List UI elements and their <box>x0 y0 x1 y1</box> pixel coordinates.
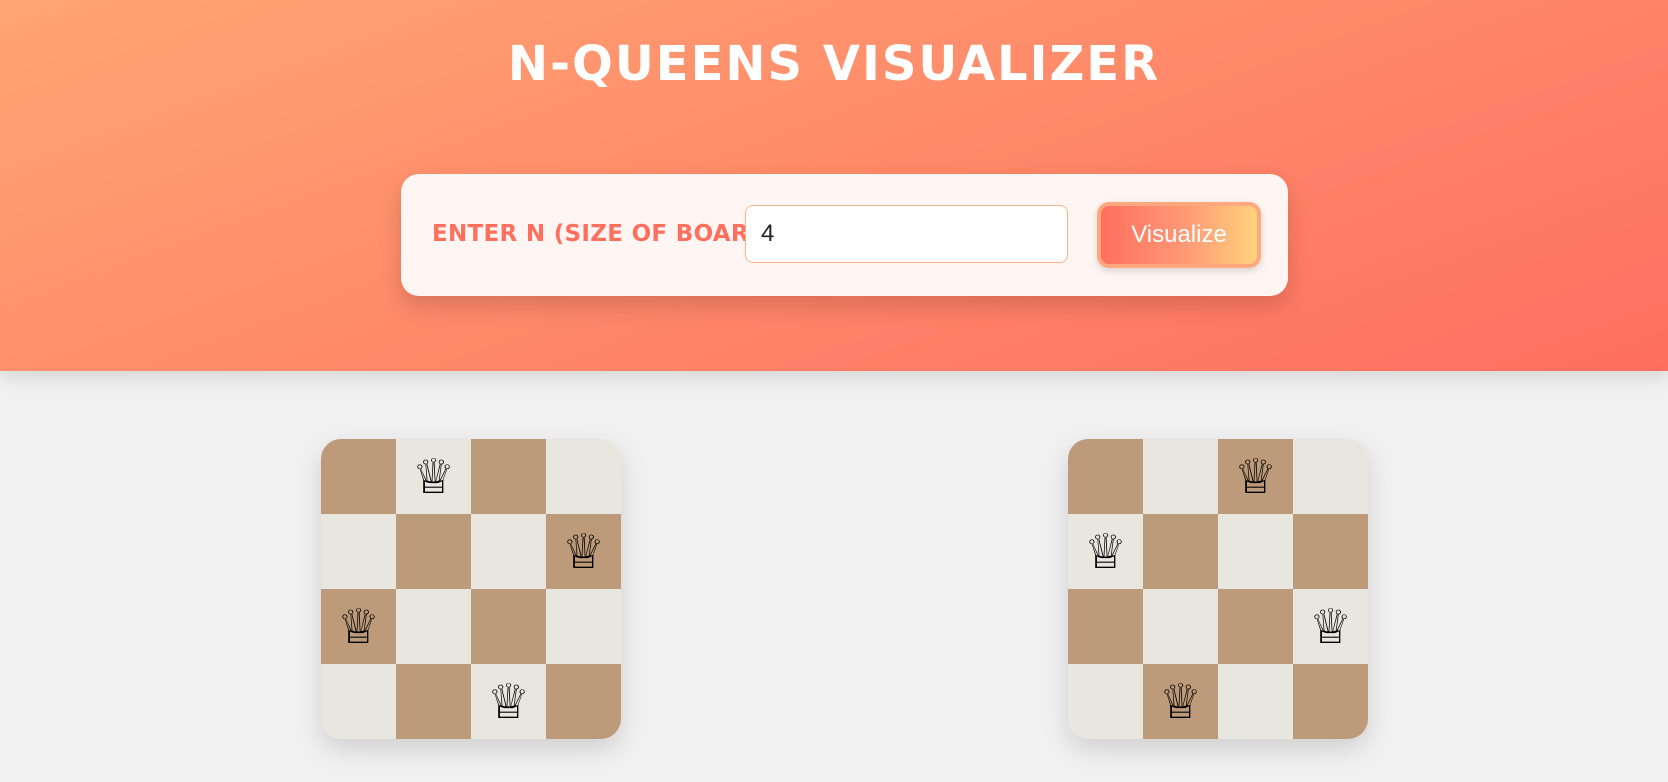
board-cell: ♕ <box>1218 439 1293 514</box>
visualize-button[interactable]: Visualize <box>1097 202 1261 268</box>
queen-icon: ♕ <box>336 598 381 655</box>
board-cell <box>546 589 621 664</box>
board-cell <box>471 589 546 664</box>
board-cell <box>1143 514 1218 589</box>
board-cell <box>1218 589 1293 664</box>
queen-icon: ♕ <box>1308 598 1353 655</box>
board-cell <box>396 589 471 664</box>
board-cell: ♕ <box>1143 664 1218 739</box>
board-cell <box>1068 589 1143 664</box>
board-cell: ♕ <box>546 514 621 589</box>
queen-icon: ♕ <box>561 523 606 580</box>
board-cell <box>1218 664 1293 739</box>
board-cell <box>321 664 396 739</box>
board-cell <box>546 664 621 739</box>
n-input-label: ENTER N (SIZE OF BOARD): <box>432 221 789 247</box>
board-cell: ♕ <box>321 589 396 664</box>
queen-icon: ♕ <box>1083 523 1128 580</box>
board-cell <box>1293 514 1368 589</box>
queen-icon: ♕ <box>1233 448 1278 505</box>
board-cell: ♕ <box>396 439 471 514</box>
n-input[interactable] <box>745 205 1068 263</box>
board-cell <box>1293 664 1368 739</box>
board-cell <box>321 439 396 514</box>
board-cell <box>471 514 546 589</box>
board-cell <box>1218 514 1293 589</box>
header-banner: N-QUEENS VISUALIZER ENTER N (SIZE OF BOA… <box>0 0 1668 371</box>
controls-panel: ENTER N (SIZE OF BOARD): Visualize <box>401 174 1288 296</box>
board-cell <box>1068 439 1143 514</box>
board-cell: ♕ <box>1293 589 1368 664</box>
board-cell <box>1068 664 1143 739</box>
queen-icon: ♕ <box>486 673 531 730</box>
board-cell <box>471 439 546 514</box>
board-cell <box>1293 439 1368 514</box>
board-cell <box>546 439 621 514</box>
queen-icon: ♕ <box>411 448 456 505</box>
queen-icon: ♕ <box>1158 673 1203 730</box>
solution-board-2: ♕ ♕ ♕ ♕ <box>1068 439 1368 739</box>
board-cell <box>396 514 471 589</box>
board-cell <box>321 514 396 589</box>
board-cell <box>1143 589 1218 664</box>
board-cell: ♕ <box>471 664 546 739</box>
board-cell: ♕ <box>1068 514 1143 589</box>
board-cell <box>396 664 471 739</box>
board-cell <box>1143 439 1218 514</box>
solution-board-1: ♕ ♕ ♕ ♕ <box>321 439 621 739</box>
page-title: N-QUEENS VISUALIZER <box>507 36 1161 92</box>
